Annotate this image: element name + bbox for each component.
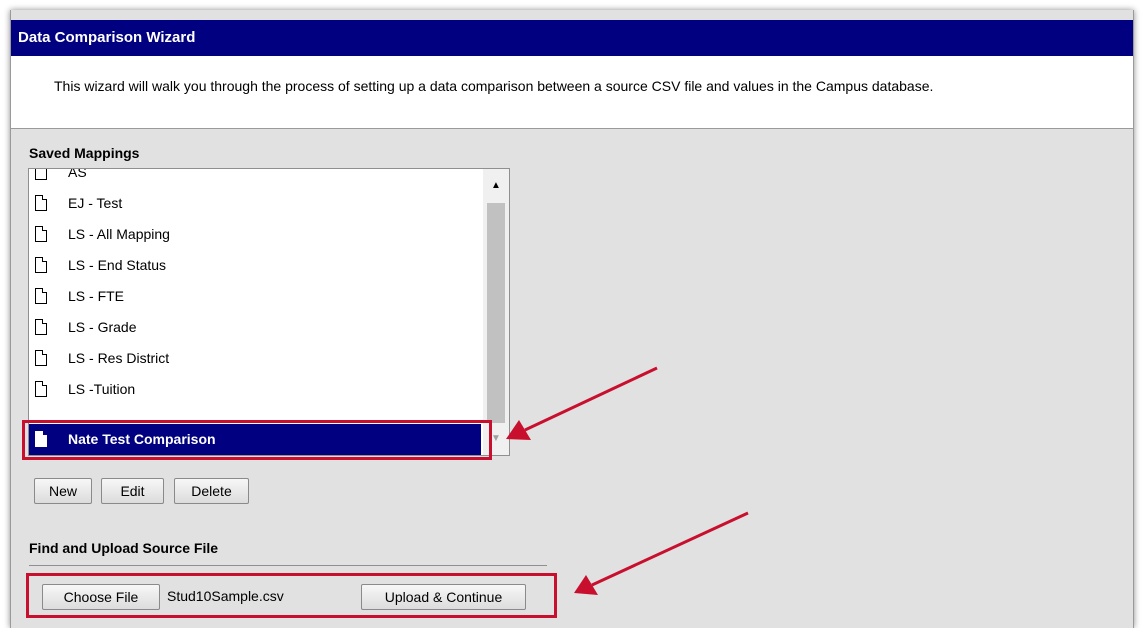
list-item-label: LS - End Status xyxy=(68,257,167,273)
list-item-label: LS - Grade xyxy=(68,319,137,335)
list-item-ls-end-status[interactable]: LS - End Status xyxy=(29,250,481,281)
document-icon xyxy=(35,381,47,397)
list-item-label: LS - All Mapping xyxy=(68,226,170,242)
scroll-down-arrow-icon[interactable]: ▼ xyxy=(483,424,509,454)
edit-button[interactable]: Edit xyxy=(101,478,164,504)
intro-text: This wizard will walk you through the pr… xyxy=(54,78,934,94)
list-scrollbar[interactable]: ▲ ▼ xyxy=(483,169,509,455)
document-icon xyxy=(35,319,47,335)
document-icon xyxy=(35,169,47,180)
list-item-label: EJ - Test xyxy=(68,195,123,211)
new-button[interactable]: New xyxy=(34,478,92,504)
choose-file-button[interactable]: Choose File xyxy=(42,584,160,610)
intro-panel: This wizard will walk you through the pr… xyxy=(11,56,1133,129)
list-item-label: LS - Res District xyxy=(68,350,170,366)
selected-file-name: Stud10Sample.csv xyxy=(167,588,284,604)
wizard-title-bar: Data Comparison Wizard xyxy=(11,20,1133,56)
list-item-ls-fte[interactable]: LS - FTE xyxy=(29,281,481,312)
document-icon xyxy=(35,350,47,366)
upload-continue-button[interactable]: Upload & Continue xyxy=(361,584,526,610)
list-item-as[interactable]: AS xyxy=(29,168,481,188)
list-item-label: AS xyxy=(68,168,87,180)
section-divider xyxy=(29,565,547,566)
list-item-ls-res-district[interactable]: LS - Res District xyxy=(29,343,481,374)
list-item-label: Nate Test Comparison xyxy=(68,431,216,447)
document-icon xyxy=(35,257,47,273)
saved-mappings-list[interactable]: AS EJ - Test LS - All Mapping LS - End S… xyxy=(28,168,510,456)
document-icon xyxy=(35,226,47,242)
delete-button[interactable]: Delete xyxy=(174,478,249,504)
list-item-ls-grade[interactable]: LS - Grade xyxy=(29,312,481,343)
scroll-thumb[interactable] xyxy=(487,203,505,423)
list-item-ls-tuition[interactable]: LS -Tuition xyxy=(29,374,481,405)
saved-mappings-label: Saved Mappings xyxy=(29,145,140,161)
document-icon xyxy=(35,431,47,447)
upload-section-label: Find and Upload Source File xyxy=(29,540,219,556)
list-item-nate-test-comparison[interactable]: Nate Test Comparison xyxy=(29,424,481,455)
list-item-label: LS - FTE xyxy=(68,288,125,304)
document-icon xyxy=(35,195,47,211)
document-icon xyxy=(35,288,47,304)
list-item-ls-all-mapping[interactable]: LS - All Mapping xyxy=(29,219,481,250)
list-item-ej-test[interactable]: EJ - Test xyxy=(29,188,481,219)
list-item-label: LS -Tuition xyxy=(68,381,136,397)
scroll-up-arrow-icon[interactable]: ▲ xyxy=(483,169,509,201)
